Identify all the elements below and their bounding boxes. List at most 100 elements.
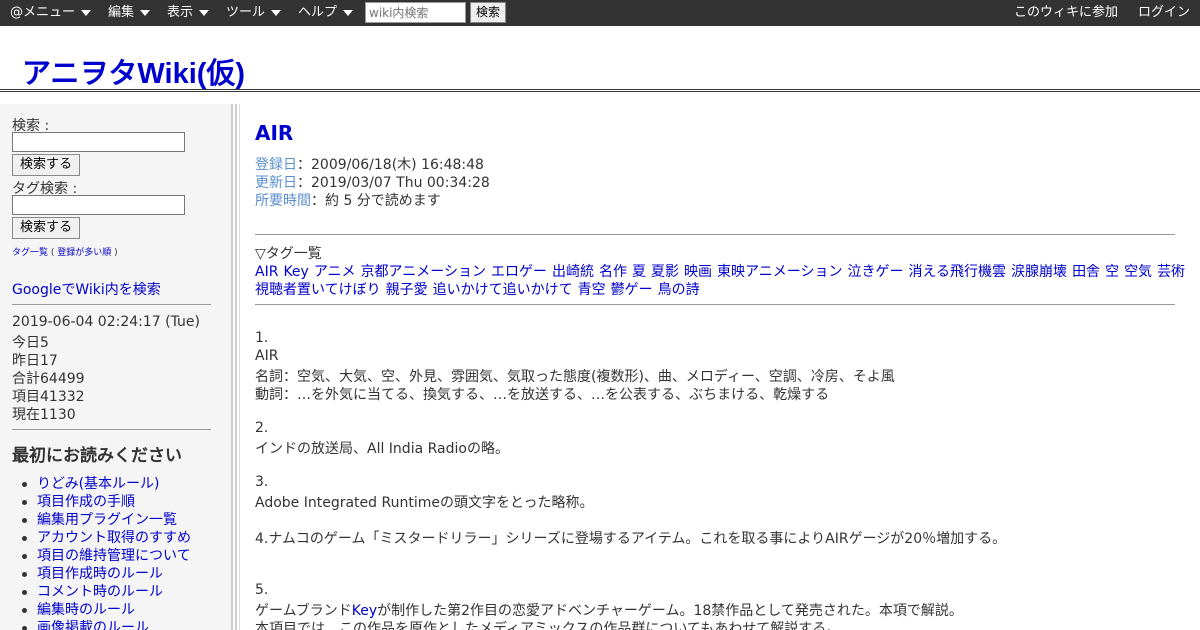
meta-created-value: 2009/06/18(木) 16:48:48 (311, 157, 484, 173)
count-today: 今日5 (12, 335, 49, 351)
tag-link[interactable]: 涙腺崩壊 (1011, 264, 1067, 280)
tag-link[interactable]: エロゲー (491, 264, 547, 280)
menu-view-label: 表示 (167, 5, 194, 20)
read-first-link[interactable]: 編集用プラグイン一覧 (37, 512, 177, 528)
count-online: 現在1130 (12, 407, 76, 423)
meta-sep: ： (297, 157, 311, 173)
tag-link[interactable]: 青空 (578, 282, 606, 298)
tag-link[interactable]: 鳥の詩 (658, 282, 700, 298)
section-1-verb: 動詞：…を外気に当てる、換気する、…を放送する、…を公表する、ぶちまける、乾燥す… (255, 387, 830, 403)
section-1-noun: 名詞：空気、大気、空、外見、雰囲気、気取った態度(複数形)、曲、メロディー、空調… (255, 369, 895, 385)
read-first-link[interactable]: 編集時のルール (37, 602, 135, 618)
list-item: 項目作成時のルール (18, 565, 228, 583)
meta-updated-key: 更新日 (255, 175, 297, 191)
bullet-icon (22, 608, 27, 613)
tag-search-input[interactable] (12, 195, 185, 215)
tag-link[interactable]: 映画 (684, 264, 712, 280)
menu-edit-label: 編集 (108, 5, 135, 20)
content-divider (255, 234, 1175, 235)
read-first-link[interactable]: コメント時のルール (37, 584, 163, 600)
list-item: 項目の維持管理について (18, 547, 228, 565)
tag-link[interactable]: 東映アニメーション (717, 264, 842, 280)
bullet-icon (22, 536, 27, 541)
menu-help[interactable]: ヘルプ (298, 0, 354, 26)
section-5-post: が制作した第2作目の恋愛アドベンチャーゲーム。18禁作品として発売された。本項で… (377, 603, 963, 619)
column-divider (231, 104, 237, 630)
tag-link[interactable]: 芸術 (1157, 264, 1185, 280)
meta-reading-time-key: 所要時間 (255, 193, 311, 209)
read-first-link[interactable]: 画像掲載のルール (37, 620, 149, 630)
section-2-text: インドの放送局、All India Radioの略。 (255, 441, 509, 457)
tag-list-popular-link[interactable]: 登録が多い順 (57, 248, 111, 258)
list-item: コメント時のルール (18, 583, 228, 601)
list-item: アカウント取得のすすめ (18, 529, 228, 547)
section-5-number: 5. (255, 582, 269, 598)
tag-link[interactable]: 空 (1105, 264, 1119, 280)
menu-tools[interactable]: ツール (226, 0, 282, 26)
count-items: 項目41332 (12, 389, 85, 405)
tag-link[interactable]: 親子愛 (386, 282, 428, 298)
tag-link[interactable]: 夏影 (651, 264, 679, 280)
menu-view[interactable]: 表示 (167, 0, 210, 26)
join-wiki-link[interactable]: このウィキに参加 (1014, 0, 1118, 26)
meta-created-key: 登録日 (255, 157, 297, 173)
section-4-text: 4.ナムコのゲーム「ミスタードリラー」シリーズに登場するアイテム。これを取る事に… (255, 531, 1007, 547)
site-title[interactable]: アニヲタWiki(仮) (22, 50, 245, 92)
bullet-icon (22, 626, 27, 630)
menu-tools-label: ツール (226, 5, 266, 20)
read-first-link[interactable]: 項目作成の手順 (37, 494, 135, 510)
tag-link[interactable]: 空気 (1124, 264, 1152, 280)
sidebar-divider (12, 429, 211, 430)
tag-link[interactable]: 出崎統 (552, 264, 594, 280)
menu-edit[interactable]: 編集 (108, 0, 151, 26)
bullet-icon (22, 518, 27, 523)
read-first-link[interactable]: りどみ(基本ルール) (37, 476, 160, 492)
bullet-icon (22, 554, 27, 559)
list-item: 項目作成の手順 (18, 493, 228, 511)
bullet-icon (22, 500, 27, 505)
tag-link[interactable]: AIR (255, 264, 278, 280)
menu-help-label: ヘルプ (298, 5, 338, 20)
main-content: AIR 登録日：2009/06/18(木) 16:48:48 更新日：2019/… (239, 104, 1189, 630)
login-link[interactable]: ログイン (1138, 0, 1190, 26)
tag-list-heading: ▽タグ一覧 (255, 246, 322, 262)
chevron-down-icon (271, 9, 282, 16)
section-5-line2: 本項目では、この作品を原作としたメディアミックスの作品群についてもあわせて解説す… (255, 621, 841, 630)
tag-link[interactable]: 消える飛行機雲 (908, 264, 1006, 280)
count-yesterday: 昨日17 (12, 353, 58, 369)
meta-sep: ： (311, 193, 325, 209)
tag-link[interactable]: 泣きゲー (847, 264, 903, 280)
tag-link[interactable]: 夏 (632, 264, 646, 280)
sidebar-divider (12, 304, 211, 305)
list-item: 画像掲載のルール (18, 619, 228, 630)
server-time: 2019-06-04 02:24:17 (Tue) (12, 314, 200, 330)
key-link[interactable]: Key (352, 603, 377, 619)
chevron-down-icon (343, 9, 354, 16)
tag-list: 視聴者置いてけぼり 親子愛 追いかけて追いかけて 青空 鬱ゲー 鳥の詩 (255, 279, 705, 299)
tag-link[interactable]: 田舎 (1072, 264, 1100, 280)
tag-list-link[interactable]: タグ一覧 (12, 248, 48, 258)
tag-search-button[interactable]: 検索する (12, 217, 80, 239)
tag-link[interactable]: 鬱ゲー (611, 282, 653, 298)
menu-atmenu[interactable]: @メニュー (10, 0, 92, 26)
chevron-down-icon (81, 9, 92, 16)
tag-link[interactable]: 名作 (599, 264, 627, 280)
wiki-search-button[interactable]: 検索 (470, 2, 506, 23)
tag-link[interactable]: Key (283, 264, 308, 280)
tag-link[interactable]: 京都アニメーション (361, 264, 486, 280)
read-first-link[interactable]: 項目作成時のルール (37, 566, 163, 582)
page-title[interactable]: AIR (255, 121, 293, 145)
tag-link[interactable]: アニメ (314, 264, 356, 280)
bullet-icon (22, 572, 27, 577)
wiki-search-input[interactable] (365, 2, 466, 23)
bullet-icon (22, 590, 27, 595)
read-first-link[interactable]: 項目の維持管理について (37, 548, 191, 564)
sidebar-search-input[interactable] (12, 132, 185, 152)
content-divider (255, 304, 1175, 305)
tag-link[interactable]: 視聴者置いてけぼり (255, 282, 381, 298)
list-item: 編集時のルール (18, 601, 228, 619)
google-search-link[interactable]: GoogleでWiki内を検索 (12, 279, 161, 299)
read-first-link[interactable]: アカウント取得のすすめ (37, 530, 191, 546)
sidebar-search-button[interactable]: 検索する (12, 154, 80, 176)
tag-link[interactable]: 追いかけて追いかけて (433, 282, 573, 298)
